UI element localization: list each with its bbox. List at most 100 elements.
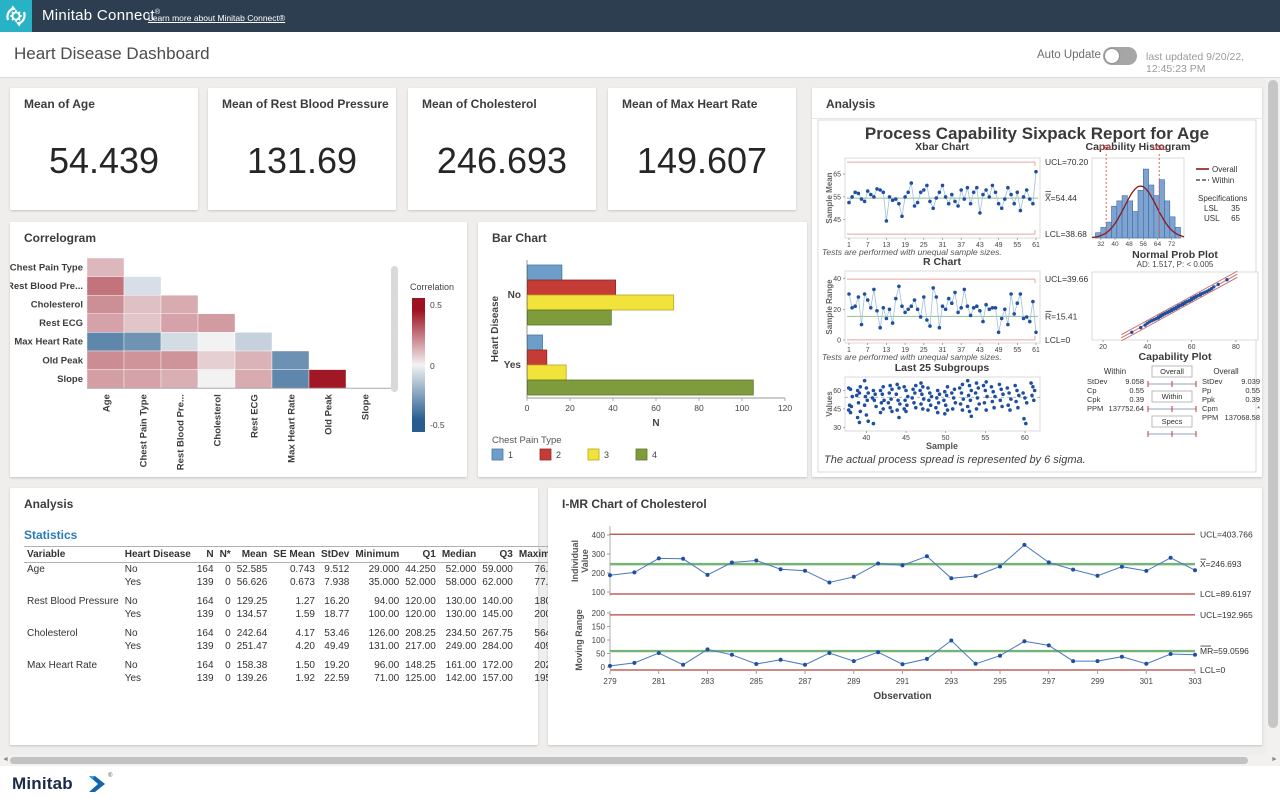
svg-text:1: 1	[508, 450, 513, 460]
column-header: Median	[439, 547, 479, 563]
svg-text:200: 200	[592, 569, 606, 578]
svg-text:20: 20	[1099, 344, 1107, 351]
svg-text:USL: USL	[1204, 214, 1220, 223]
table-row: CholesterolNo1640242.644.1753.46126.0020…	[24, 627, 568, 640]
svg-text:9.039: 9.039	[1241, 377, 1260, 386]
svg-text:Chest Pain Type: Chest Pain Type	[492, 435, 562, 446]
svg-text:Correlation: Correlation	[410, 282, 454, 292]
column-header: Q3	[479, 547, 516, 563]
svg-text:Sample Mean: Sample Mean	[825, 172, 834, 223]
svg-text:Within: Within	[1104, 367, 1126, 376]
svg-text:291: 291	[896, 677, 910, 686]
svg-text:0.55: 0.55	[1245, 386, 1260, 395]
svg-text:Last 25 Subgroups: Last 25 Subgroups	[895, 362, 990, 374]
rchart-note: Tests are performed with unequal sample …	[822, 352, 1002, 362]
svg-text:64: 64	[1154, 241, 1162, 248]
table-row: Yes1390134.571.5918.77100.00120.00130.00…	[24, 608, 568, 621]
svg-text:40: 40	[833, 276, 841, 283]
svg-text:LCL=38.68: LCL=38.68	[1045, 229, 1087, 239]
svg-text:Sample Range: Sample Range	[825, 279, 834, 335]
svg-text:0.39: 0.39	[1245, 395, 1260, 404]
svg-text:Moving Range: Moving Range	[574, 609, 584, 671]
svg-text:80: 80	[694, 403, 704, 413]
svg-text:3: 3	[604, 450, 609, 460]
learn-more-link[interactable]: Learn more about Minitab Connect®	[148, 13, 285, 23]
svg-text:20: 20	[565, 403, 575, 413]
svg-text:LCL=0: LCL=0	[1045, 335, 1071, 345]
svg-text:Rest Blood Pre...: Rest Blood Pre...	[176, 394, 187, 470]
statistics-analysis-card: Analysis Statistics VariableHeart Diseas…	[10, 488, 538, 745]
svg-text:150: 150	[592, 623, 606, 632]
svg-text:60: 60	[1188, 344, 1196, 351]
imr-chart-canvas: 100200300400UCL=403.766X=246.693LCL=89.6…	[548, 488, 1262, 745]
kpi-title: Mean of Cholesterol	[422, 97, 537, 111]
svg-text:Overall: Overall	[1160, 367, 1184, 376]
svg-text:X=246.693: X=246.693	[1200, 559, 1242, 569]
page-header: Heart Disease Dashboard Auto Update last…	[0, 32, 1280, 78]
svg-text:32: 32	[1097, 241, 1105, 248]
kpi-card-cholesterol: Mean of Cholesterol 246.693	[408, 88, 596, 210]
column-header: Minimum	[352, 547, 402, 563]
svg-text:Cholesterol: Cholesterol	[31, 300, 83, 311]
column-header: StDev	[318, 547, 352, 563]
svg-text:0: 0	[601, 663, 606, 672]
svg-text:Yes: Yes	[504, 360, 522, 371]
scroll-right-arrow-icon[interactable]: ►	[1271, 756, 1278, 763]
column-header: Variable	[24, 547, 122, 563]
kpi-card-age: Mean of Age 54.439	[10, 88, 198, 210]
svg-text:279: 279	[603, 677, 617, 686]
auto-update-label: Auto Update	[1037, 49, 1101, 61]
svg-text:287: 287	[798, 677, 812, 686]
scroll-left-arrow-icon[interactable]: ◄	[2, 756, 9, 763]
vertical-scrollbar[interactable]	[1266, 78, 1280, 755]
svg-text:0: 0	[837, 337, 841, 344]
svg-text:Cp: Cp	[1087, 386, 1097, 395]
sixpack-footnote: The actual process spread is represented…	[824, 454, 1086, 466]
svg-text:45: 45	[902, 435, 910, 442]
svg-text:100: 100	[735, 403, 749, 413]
svg-text:Specs: Specs	[1162, 417, 1183, 426]
svg-text:R=15.41: R=15.41	[1045, 311, 1078, 321]
svg-text:55: 55	[981, 435, 989, 442]
svg-text:65: 65	[1231, 214, 1240, 223]
kpi-card-rest-blood-pressure: Mean of Rest Blood Pressure 131.69	[208, 88, 396, 210]
sixpack-charts-canvas: Xbar Chart45556517131925313743495561Samp…	[812, 88, 1262, 477]
svg-text:289: 289	[847, 677, 861, 686]
top-navbar: Minitab Connect® Learn more about Minita…	[0, 0, 1280, 32]
svg-text:Cpm: Cpm	[1202, 404, 1218, 413]
svg-text:StDev: StDev	[1202, 377, 1223, 386]
bar-chart-card: Bar Chart NoYes020406080100120NHeart Dis…	[478, 222, 807, 477]
svg-text:300: 300	[592, 550, 606, 559]
svg-text:285: 285	[750, 677, 764, 686]
svg-text:LCL=89.6197: LCL=89.6197	[1200, 589, 1252, 599]
svg-text:60: 60	[651, 403, 661, 413]
svg-text:Chest Pain Type: Chest Pain Type	[10, 262, 83, 273]
svg-text:Age: Age	[102, 394, 113, 412]
svg-text:Overall: Overall	[1213, 367, 1239, 376]
svg-text:72: 72	[1168, 241, 1176, 248]
svg-text:55: 55	[1013, 242, 1021, 249]
imr-chart-card: I-MR Chart of Cholesterol 100200300400UC…	[548, 488, 1262, 745]
svg-text:MR=59.0596: MR=59.0596	[1200, 646, 1249, 656]
svg-text:Specifications: Specifications	[1198, 194, 1247, 203]
svg-text:50: 50	[596, 650, 605, 659]
svg-text:48: 48	[1126, 241, 1134, 248]
horizontal-scrollbar[interactable]: ◄ ►	[0, 755, 1280, 766]
svg-text:137068.58: 137068.58	[1225, 413, 1260, 422]
page-footer: Minitab ®	[0, 766, 1280, 802]
auto-update-toggle[interactable]	[1103, 47, 1137, 65]
svg-text:Chest Pain Type: Chest Pain Type	[139, 394, 150, 467]
svg-text:100: 100	[592, 636, 606, 645]
kpi-value: 149.607	[608, 140, 796, 182]
svg-text:400: 400	[592, 531, 606, 540]
column-header: Heart Disease	[122, 547, 194, 563]
horizontal-scrollbar-thumb[interactable]	[10, 757, 1248, 764]
kpi-value: 131.69	[208, 140, 396, 182]
svg-text:Individual: Individual	[570, 540, 580, 582]
svg-text:USL: USL	[1152, 145, 1167, 152]
vertical-scrollbar-thumb[interactable]	[1268, 80, 1278, 728]
svg-text:UCL=39.66: UCL=39.66	[1045, 274, 1089, 284]
svg-text:Within: Within	[1212, 176, 1234, 185]
svg-text:Xbar Chart: Xbar Chart	[915, 141, 969, 153]
svg-text:4: 4	[652, 450, 657, 460]
